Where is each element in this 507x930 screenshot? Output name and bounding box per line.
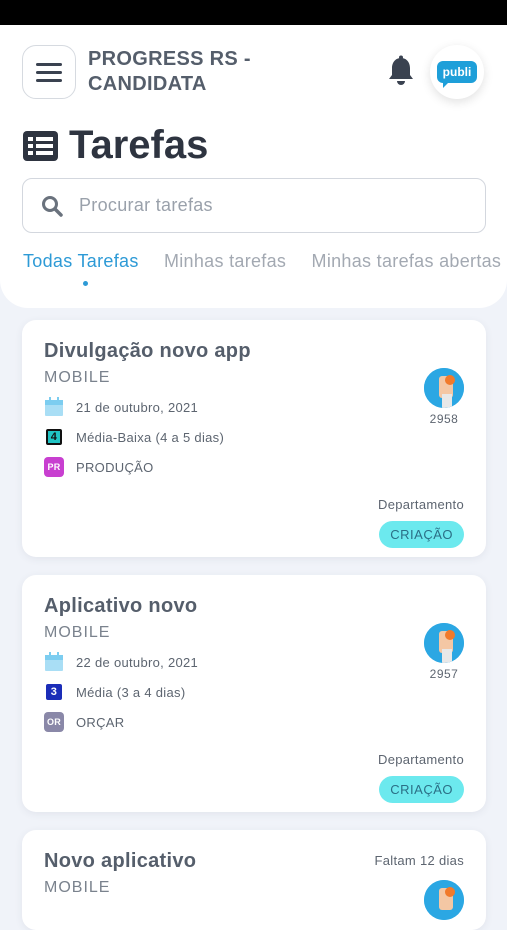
page-heading: Tarefas — [23, 123, 208, 168]
assignee-id: 2957 — [429, 667, 459, 681]
task-title: Aplicativo novo — [44, 595, 198, 617]
avatar-icon — [424, 368, 464, 408]
stage-badge: OR — [44, 712, 64, 732]
menu-icon — [36, 62, 62, 66]
app-title: PROGRESS RS - CANDIDATA — [88, 48, 251, 95]
task-stage: PRODUÇÃO — [76, 459, 154, 475]
task-priority-row: 3 Média (3 a 4 dias) — [44, 682, 185, 702]
search-bar[interactable] — [22, 178, 486, 233]
task-project: MOBILE — [44, 369, 111, 386]
search-icon — [42, 195, 63, 217]
tab-my-tasks[interactable]: Minhas tarefas — [164, 251, 286, 272]
task-date: 21 de outubro, 2021 — [76, 399, 199, 415]
tab-my-open-tasks[interactable]: Minhas tarefas abertas — [312, 251, 502, 272]
task-priority-row: 4 Média-Baixa (4 a 5 dias) — [44, 427, 224, 447]
avatar-icon — [424, 880, 464, 920]
task-project: MOBILE — [44, 624, 111, 641]
bell-icon[interactable] — [386, 55, 416, 87]
task-priority: Média-Baixa (4 a 5 dias) — [76, 429, 225, 445]
assignee-avatar[interactable] — [424, 880, 464, 920]
task-stage-row: OR ORÇAR — [44, 712, 124, 732]
calendar-icon — [45, 652, 63, 671]
list-icon — [23, 130, 58, 161]
task-date-row: 21 de outubro, 2021 — [44, 397, 198, 417]
task-card[interactable]: Novo aplicativo MOBILE Faltam 12 dias — [22, 830, 486, 930]
search-input[interactable] — [79, 195, 459, 216]
task-project: MOBILE — [44, 879, 111, 896]
avatar-icon — [424, 623, 464, 663]
stage-badge: PR — [44, 457, 64, 477]
task-date: 22 de outubro, 2021 — [76, 654, 199, 670]
task-stage-row: PR PRODUÇÃO — [44, 457, 154, 477]
assignee-avatar[interactable] — [424, 368, 464, 408]
task-title: Divulgação novo app — [44, 340, 251, 362]
task-stage: ORÇAR — [76, 714, 125, 730]
logo-text: publi — [436, 61, 478, 88]
priority-badge: 3 — [46, 684, 62, 700]
department-label: Departamento — [378, 752, 464, 767]
status-bar — [0, 0, 507, 25]
task-card[interactable]: Aplicativo novo MOBILE 22 de outubro, 20… — [22, 575, 486, 812]
task-date-row: 22 de outubro, 2021 — [44, 652, 198, 672]
assignee-id: 2958 — [429, 412, 459, 426]
brand-logo: publi — [430, 45, 484, 99]
page-title: Tarefas — [69, 123, 209, 167]
task-title: Novo aplicativo — [44, 850, 197, 872]
menu-button[interactable] — [22, 45, 76, 99]
task-tabs: Todas Tarefas Minhas tarefas Minhas tare… — [23, 251, 507, 272]
department-badge: CRIAÇÃO — [379, 521, 464, 548]
department-badge: CRIAÇÃO — [379, 776, 464, 803]
header-panel: PROGRESS RS - CANDIDATA publi Tarefas To… — [0, 25, 507, 308]
assignee-avatar[interactable] — [424, 623, 464, 663]
department-label: Departamento — [378, 497, 464, 512]
task-card[interactable]: Divulgação novo app MOBILE 21 de outubro… — [22, 320, 486, 557]
task-deadline: Faltam 12 dias — [374, 853, 464, 868]
priority-badge: 4 — [46, 429, 62, 445]
tab-all-tasks[interactable]: Todas Tarefas — [23, 251, 139, 272]
calendar-icon — [45, 397, 63, 416]
task-priority: Média (3 a 4 dias) — [76, 684, 186, 700]
active-tab-indicator — [83, 281, 88, 286]
